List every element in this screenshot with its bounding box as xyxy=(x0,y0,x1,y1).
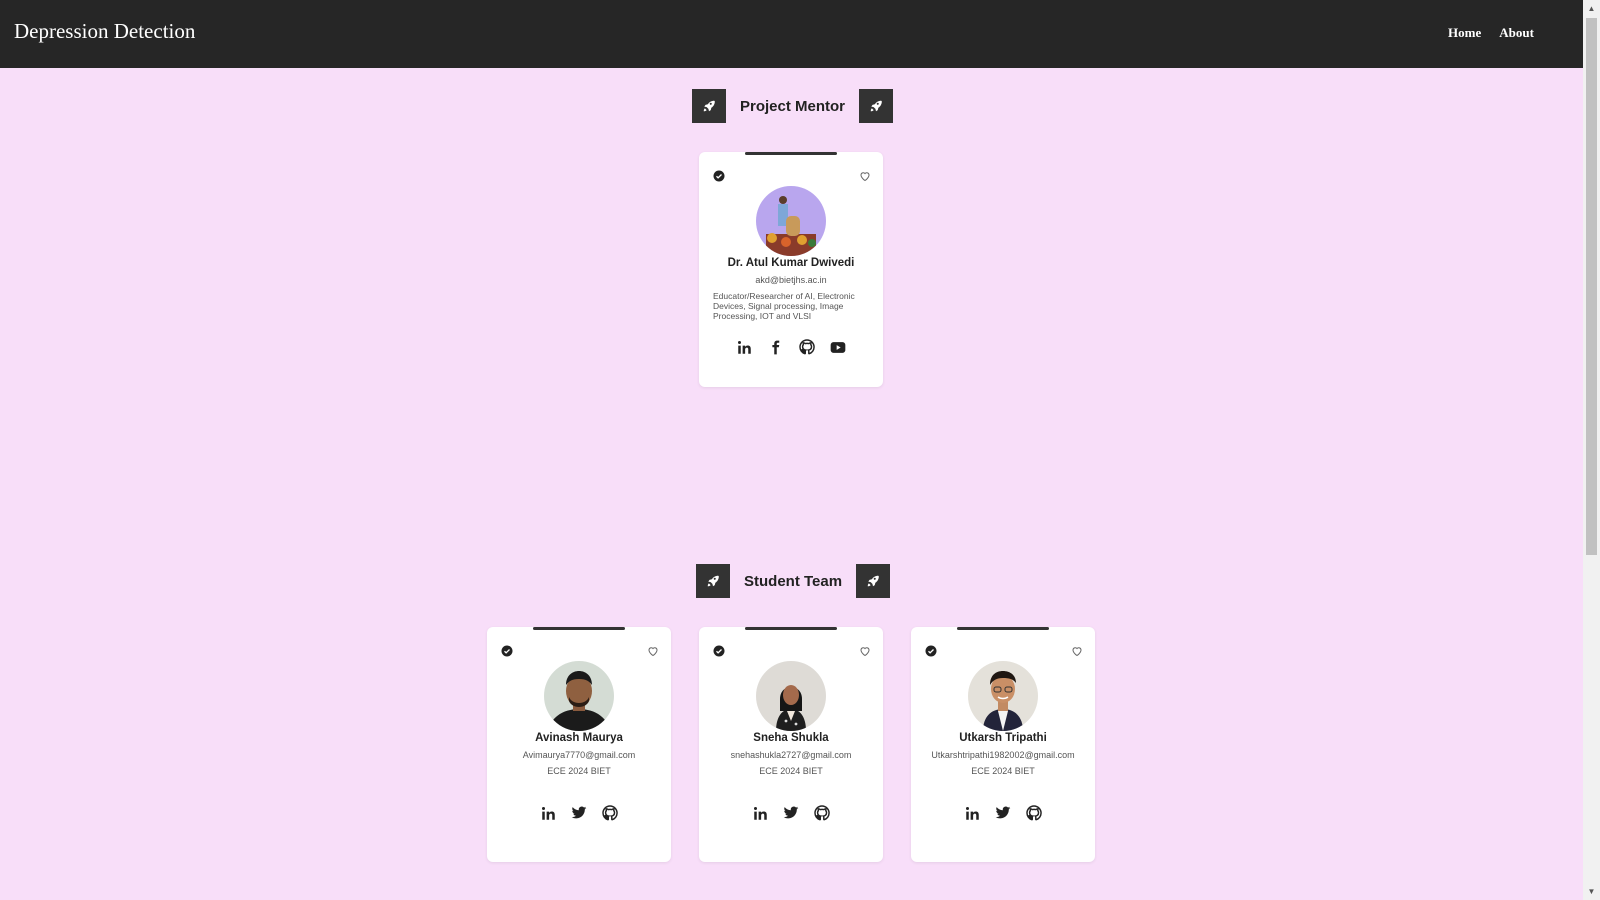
github-icon[interactable] xyxy=(798,339,815,355)
card-accent-line xyxy=(745,627,837,630)
card-name: Utkarsh Tripathi xyxy=(959,732,1047,744)
mentor-section-header: Project Mentor xyxy=(692,89,894,123)
brand-title[interactable]: Depression Detection xyxy=(14,19,195,44)
navbar: Depression Detection Home About xyxy=(0,0,1583,68)
card-email[interactable]: snehashukla2727@gmail.com xyxy=(699,750,883,760)
card-name: Avinash Maurya xyxy=(535,732,623,744)
social-links xyxy=(911,805,1095,821)
verified-check-icon xyxy=(501,644,513,662)
card-name: Dr. Atul Kumar Dwivedi xyxy=(727,257,855,269)
card-subtitle: ECE 2024 BIET xyxy=(971,766,1035,776)
nav-link-about[interactable]: About xyxy=(1499,25,1534,41)
mentor-card: Dr. Atul Kumar Dwivedi akd@bietjhs.ac.in… xyxy=(699,152,883,387)
card-accent-line xyxy=(745,152,837,155)
rocket-icon xyxy=(696,564,730,598)
linkedin-icon[interactable] xyxy=(752,805,768,821)
scroll-thumb[interactable] xyxy=(1586,18,1597,555)
card-email[interactable]: Utkarshtripathi1982002@gmail.com xyxy=(911,750,1095,760)
card-subtitle: ECE 2024 BIET xyxy=(759,766,823,776)
youtube-icon[interactable] xyxy=(830,339,846,355)
verified-check-icon xyxy=(713,644,725,662)
avatar xyxy=(756,661,826,731)
avatar xyxy=(756,186,826,256)
rocket-icon xyxy=(856,564,891,598)
facebook-icon[interactable] xyxy=(768,339,784,355)
card-email[interactable]: akd@bietjhs.ac.in xyxy=(699,275,883,285)
avatar xyxy=(544,661,614,731)
github-icon[interactable] xyxy=(602,805,618,821)
social-links xyxy=(699,805,883,821)
scroll-down-arrow-icon[interactable]: ▼ xyxy=(1583,883,1600,900)
card-email[interactable]: Avimaurya7770@gmail.com xyxy=(487,750,671,760)
github-icon[interactable] xyxy=(1026,805,1042,821)
social-links xyxy=(487,805,671,821)
heart-icon[interactable] xyxy=(859,644,871,662)
social-links xyxy=(699,339,883,355)
nav-link-home[interactable]: Home xyxy=(1448,25,1481,41)
student-card: Sneha Shukla snehashukla2727@gmail.com E… xyxy=(699,627,883,862)
card-subtitle: ECE 2024 BIET xyxy=(547,766,611,776)
verified-check-icon xyxy=(925,644,937,662)
card-name: Sneha Shukla xyxy=(753,732,829,744)
student-section-header: Student Team xyxy=(696,564,891,598)
student-section-title: Student Team xyxy=(744,572,843,590)
vertical-scrollbar[interactable]: ▲ ▼ xyxy=(1583,0,1600,900)
verified-check-icon xyxy=(713,169,725,187)
heart-icon[interactable] xyxy=(859,169,871,187)
scroll-up-arrow-icon[interactable]: ▲ xyxy=(1583,0,1600,17)
linkedin-icon[interactable] xyxy=(737,339,753,355)
twitter-icon[interactable] xyxy=(571,805,587,821)
linkedin-icon[interactable] xyxy=(964,805,980,821)
heart-icon[interactable] xyxy=(1071,644,1083,662)
rocket-icon xyxy=(692,89,726,123)
mentor-section-title: Project Mentor xyxy=(740,97,846,115)
student-card: Utkarsh Tripathi Utkarshtripathi1982002@… xyxy=(911,627,1095,862)
card-accent-line xyxy=(533,627,625,630)
twitter-icon[interactable] xyxy=(995,805,1011,821)
student-card: Avinash Maurya Avimaurya7770@gmail.com E… xyxy=(487,627,671,862)
rocket-icon xyxy=(859,89,894,123)
github-icon[interactable] xyxy=(814,805,830,821)
avatar xyxy=(968,661,1038,731)
card-accent-line xyxy=(957,627,1049,630)
nav-links: Home About xyxy=(1448,25,1534,41)
card-description: Educator/Researcher of AI, Electronic De… xyxy=(713,291,855,321)
linkedin-icon[interactable] xyxy=(540,805,556,821)
heart-icon[interactable] xyxy=(647,644,659,662)
twitter-icon[interactable] xyxy=(783,805,799,821)
